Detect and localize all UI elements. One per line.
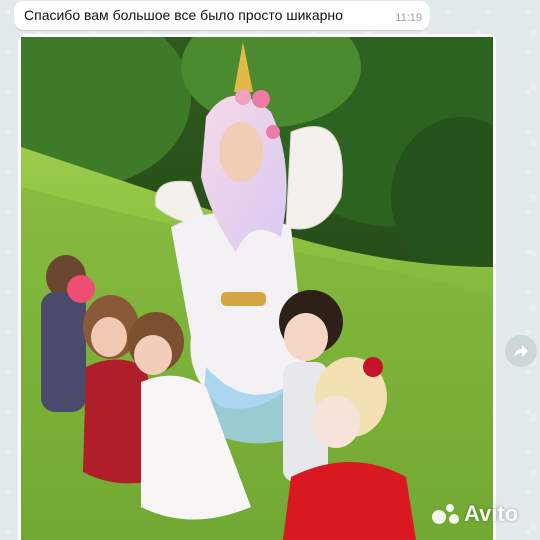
photo-attachment[interactable] — [21, 37, 493, 540]
forward-button[interactable] — [505, 335, 537, 367]
photo-icon — [21, 37, 493, 540]
avito-watermark: Avito — [432, 500, 518, 528]
message-bubble[interactable]: Спасибо вам большое все было просто шика… — [14, 1, 430, 30]
message-time: 11:19 — [395, 12, 422, 24]
forward-arrow-icon — [514, 345, 528, 357]
photo-message[interactable] — [18, 34, 496, 540]
watermark-text: Avito — [464, 501, 519, 526]
message-text: Спасибо вам большое все было просто шика… — [24, 7, 343, 23]
avito-dots-logo — [432, 502, 460, 526]
